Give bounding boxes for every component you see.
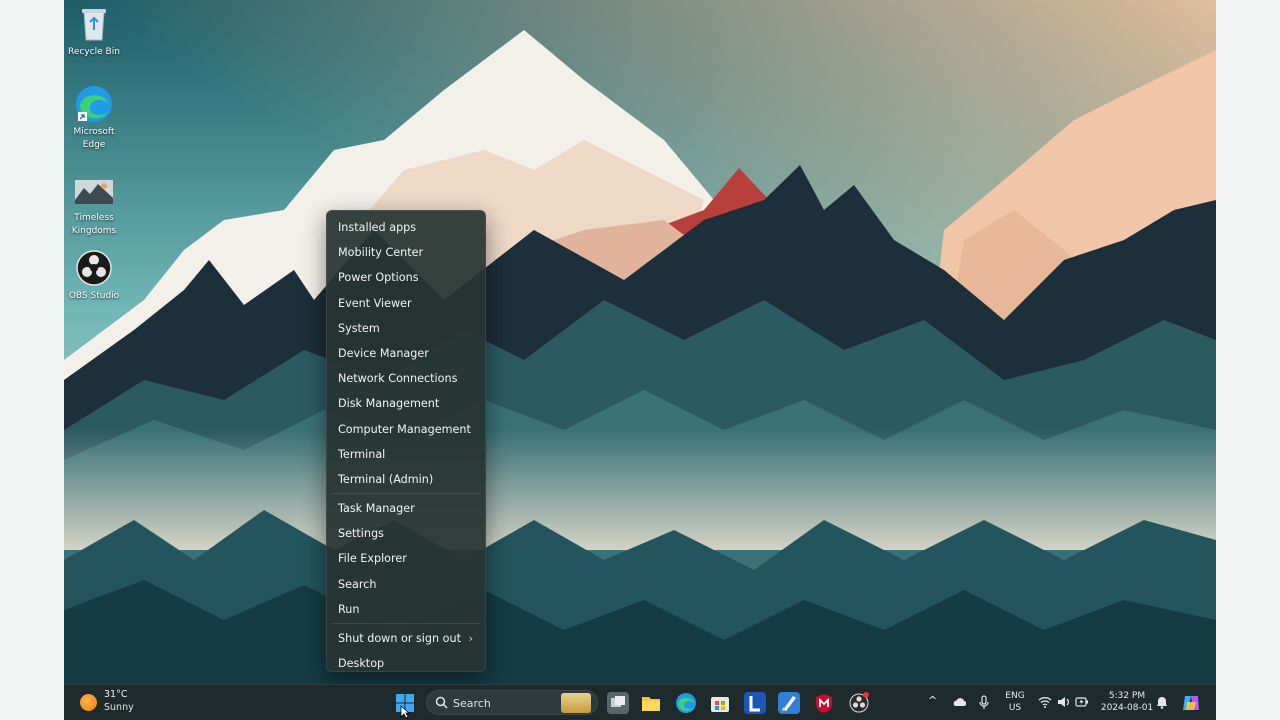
taskbar-search[interactable] xyxy=(426,690,598,715)
taskbar: 31°C Sunny Search ^ ENG US 5:32 PM 2024-… xyxy=(64,684,1216,720)
menu-item-shut-down-or-sign-out[interactable]: Shut down or sign out › xyxy=(327,626,485,651)
menu-item-file-explorer[interactable]: File Explorer xyxy=(327,546,485,571)
edge-icon xyxy=(676,693,696,713)
winx-context-menu: Installed apps Mobility Center Power Opt… xyxy=(326,210,486,672)
menu-item-device-manager[interactable]: Device Manager xyxy=(327,341,485,366)
menu-item-desktop[interactable]: Desktop xyxy=(327,651,485,676)
obs-taskbar-button[interactable] xyxy=(848,692,870,714)
language-code: ENG xyxy=(1005,691,1025,701)
clock-time: 5:32 PM xyxy=(1108,691,1146,701)
mcafee-button[interactable] xyxy=(813,692,835,714)
battery-icon[interactable] xyxy=(1075,696,1089,708)
menu-item-terminal-admin[interactable]: Terminal (Admin) xyxy=(327,467,485,492)
weather-condition: Sunny xyxy=(104,702,134,713)
edge-taskbar-button[interactable] xyxy=(675,692,697,714)
store-icon xyxy=(711,697,729,712)
obs-icon xyxy=(74,248,114,288)
desktop-icon-label: Timeless Kingdoms xyxy=(71,213,117,236)
onedrive-icon[interactable] xyxy=(952,697,966,707)
menu-item-settings[interactable]: Settings xyxy=(327,521,485,546)
file-explorer-button[interactable] xyxy=(640,692,662,714)
wallpaper xyxy=(64,0,1216,684)
microphone-icon[interactable] xyxy=(979,695,989,710)
l-app-icon xyxy=(749,696,760,712)
sun-icon xyxy=(80,694,97,711)
volume-icon[interactable] xyxy=(1057,696,1071,708)
store-button[interactable] xyxy=(709,692,731,714)
desktop-icon-label: Recycle Bin xyxy=(68,47,120,57)
menu-item-mobility-center[interactable]: Mobility Center xyxy=(327,240,485,265)
menu-item-terminal[interactable]: Terminal xyxy=(327,442,485,467)
menu-item-label: Shut down or sign out xyxy=(338,632,461,645)
wifi-icon[interactable] xyxy=(1038,696,1052,708)
menu-item-task-manager[interactable]: Task Manager xyxy=(327,496,485,521)
show-hidden-icons-button[interactable]: ^ xyxy=(928,695,937,707)
menu-item-run[interactable]: Run xyxy=(327,597,485,622)
notification-bell-icon[interactable] xyxy=(1156,696,1168,709)
recycle-bin-icon xyxy=(74,4,114,44)
desktop-icon-timeless-kingdoms[interactable]: Timeless Kingdoms xyxy=(64,176,124,238)
weather-widget[interactable]: 31°C Sunny xyxy=(78,685,148,720)
desktop-icon-label: OBS Studio xyxy=(68,291,120,301)
search-input[interactable] xyxy=(453,695,553,711)
menu-item-network-connections[interactable]: Network Connections xyxy=(327,366,485,391)
menu-item-power-options[interactable]: Power Options xyxy=(327,265,485,290)
desktop-icon-obs[interactable]: OBS Studio xyxy=(64,248,124,303)
clock[interactable]: 5:32 PM 2024-08-01 xyxy=(1098,690,1156,714)
copilot-icon xyxy=(1183,696,1199,710)
l-app-button[interactable] xyxy=(744,692,766,714)
desktop-icon-recycle-bin[interactable]: Recycle Bin xyxy=(64,4,124,59)
obs-icon xyxy=(849,692,869,713)
menu-item-installed-apps[interactable]: Installed apps xyxy=(327,215,485,240)
search-highlight-icon xyxy=(561,693,591,713)
file-explorer-icon xyxy=(642,697,660,711)
desktop-screen: Recycle Bin Microsoft Edge Timeless King… xyxy=(64,0,1216,720)
weather-temp: 31°C xyxy=(104,689,128,700)
mouse-cursor-icon xyxy=(400,705,410,719)
edge-icon xyxy=(74,84,114,124)
desktop-icon-edge[interactable]: Microsoft Edge xyxy=(64,84,124,152)
drawing-app-icon xyxy=(782,696,796,711)
copilot-button[interactable] xyxy=(1181,693,1201,713)
desktop-icon-label: Microsoft Edge xyxy=(73,127,115,150)
task-view-icon xyxy=(611,696,625,707)
search-icon xyxy=(435,696,448,709)
language-indicator[interactable]: ENG US xyxy=(1000,690,1030,714)
menu-item-system[interactable]: System xyxy=(327,316,485,341)
mcafee-icon xyxy=(816,694,832,713)
menu-item-search[interactable]: Search xyxy=(327,572,485,597)
task-view-button[interactable] xyxy=(607,692,629,714)
keyboard-region: US xyxy=(1008,703,1022,713)
clock-date: 2024-08-01 xyxy=(1100,703,1154,713)
chevron-right-icon: › xyxy=(468,632,473,645)
menu-item-event-viewer[interactable]: Event Viewer xyxy=(327,291,485,316)
drawing-app-button[interactable] xyxy=(778,692,800,714)
menu-item-disk-management[interactable]: Disk Management xyxy=(327,391,485,416)
menu-item-computer-management[interactable]: Computer Management xyxy=(327,417,485,442)
game-icon xyxy=(74,176,114,208)
